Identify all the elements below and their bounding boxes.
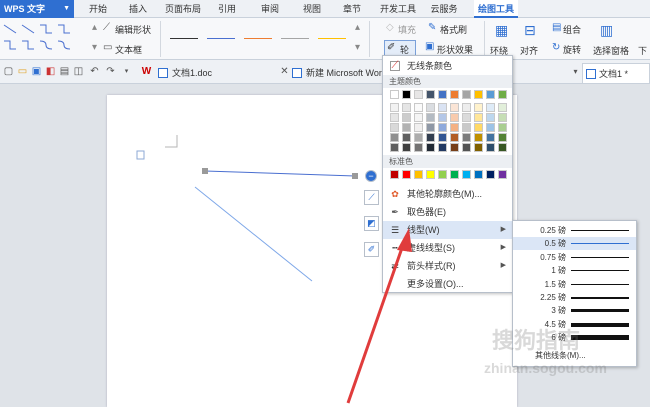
- watermark-text: 搜狗指南: [492, 328, 581, 353]
- red-pointer-arrow-head: [397, 228, 412, 252]
- watermark-url: zhinan.sogou.com: [484, 360, 607, 376]
- red-pointer-arrow-shaft: [346, 244, 405, 404]
